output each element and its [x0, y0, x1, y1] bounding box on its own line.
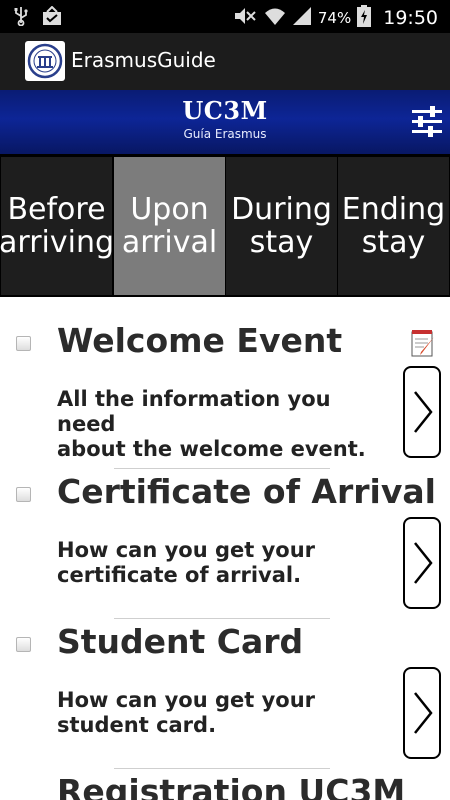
tab-bar: Before arriving Upon arrival During stay En…	[0, 154, 450, 297]
item-description-line: How can you get your	[57, 538, 316, 562]
action-bar: ErasmusGuide	[0, 33, 450, 90]
chevron-right-button[interactable]	[403, 366, 441, 458]
item-description-line: All the information you need	[57, 387, 331, 436]
header-banner: UC3M Guía Erasmus	[0, 90, 450, 154]
chevron-right-icon	[414, 391, 433, 433]
chevron-right-icon	[414, 542, 433, 584]
battery-icon	[357, 5, 372, 31]
item-checkbox[interactable]	[16, 637, 31, 652]
item-checkbox[interactable]	[16, 336, 31, 351]
tab-ending-stay[interactable]: Ending stay	[338, 157, 449, 295]
item-description: How can you get your student card.	[57, 688, 387, 738]
item-title: Registration UC3M	[57, 772, 406, 800]
item-description: All the information you need about the w…	[57, 387, 387, 462]
notepad-icon[interactable]	[410, 329, 436, 357]
mute-icon	[232, 6, 258, 30]
item-description-line: How can you get your	[57, 688, 316, 712]
list-item: Registration UC3M	[0, 750, 450, 800]
tab-label-line: arrival	[121, 225, 218, 260]
chevron-right-icon	[414, 692, 433, 734]
inbox-icon	[42, 5, 62, 30]
item-checkbox[interactable]	[16, 487, 31, 502]
status-bar: 74% 19:50	[0, 0, 450, 33]
tab-label-line: stay	[249, 225, 314, 260]
signal-icon	[292, 6, 312, 30]
tab-label-line: arriving	[0, 225, 115, 260]
tab-upon-arrival[interactable]: Upon arrival	[114, 157, 225, 295]
chevron-right-button[interactable]	[403, 667, 441, 759]
usb-icon	[14, 6, 28, 30]
item-title: Welcome Event	[57, 321, 343, 360]
divider	[114, 468, 330, 469]
item-description-line: about the welcome event.	[57, 437, 366, 461]
tab-label-line: Upon	[130, 192, 209, 227]
app-title: ErasmusGuide	[71, 48, 216, 72]
clock: 19:50	[383, 7, 438, 29]
tab-during-stay[interactable]: During stay	[226, 157, 337, 295]
chevron-right-button[interactable]	[403, 517, 441, 609]
tab-label-line: stay	[361, 225, 426, 260]
wifi-icon	[264, 6, 286, 30]
banner-subtitle: Guía Erasmus	[183, 127, 267, 141]
item-description-line: certificate of arrival.	[57, 563, 302, 587]
app-logo-icon[interactable]	[25, 41, 65, 81]
settings-sliders-icon[interactable]	[410, 104, 444, 140]
tab-label-line: Ending	[341, 192, 446, 227]
item-title: Student Card	[57, 622, 304, 661]
item-title: Certificate of Arrival	[57, 472, 436, 511]
banner-title: UC3M	[182, 96, 268, 125]
tab-before-arriving[interactable]: Before arriving	[0, 157, 115, 295]
item-description-line: student card.	[57, 713, 217, 737]
tab-label-line: Before	[7, 192, 106, 227]
item-description: How can you get your certificate of arri…	[57, 538, 387, 588]
tab-label-line: During	[231, 192, 332, 227]
battery-percent: 74%	[317, 9, 352, 27]
divider	[114, 618, 330, 619]
